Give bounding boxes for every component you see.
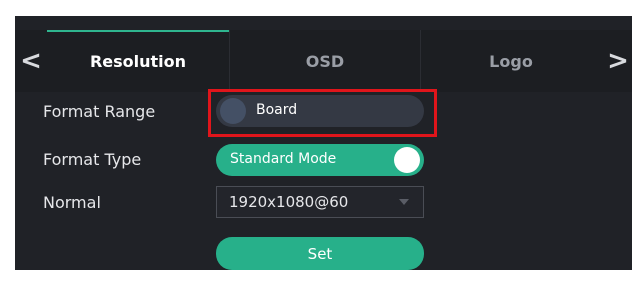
highlight-box <box>208 89 437 137</box>
resolution-panel: < Resolution OSD Logo > Format Range Boa… <box>15 16 632 270</box>
toggle-knob <box>394 147 420 173</box>
tab-bar: < Resolution OSD Logo > <box>15 30 632 92</box>
set-button[interactable]: Set <box>216 237 424 270</box>
resolution-select[interactable]: 1920x1080@60 <box>216 186 424 218</box>
format-range-label: Format Range <box>43 102 156 121</box>
chevron-left-icon[interactable]: < <box>19 30 43 92</box>
tab-logo[interactable]: Logo <box>421 30 601 92</box>
normal-label: Normal <box>43 193 101 212</box>
tab-osd[interactable]: OSD <box>230 30 420 92</box>
format-type-label: Format Type <box>43 150 142 169</box>
format-type-value: Standard Mode <box>230 151 337 167</box>
resolution-select-value: 1920x1080@60 <box>229 193 349 211</box>
chevron-right-icon[interactable]: > <box>606 30 630 92</box>
format-type-toggle[interactable]: Standard Mode <box>216 144 424 176</box>
tab-resolution[interactable]: Resolution <box>47 30 229 92</box>
caret-down-icon <box>399 199 409 205</box>
